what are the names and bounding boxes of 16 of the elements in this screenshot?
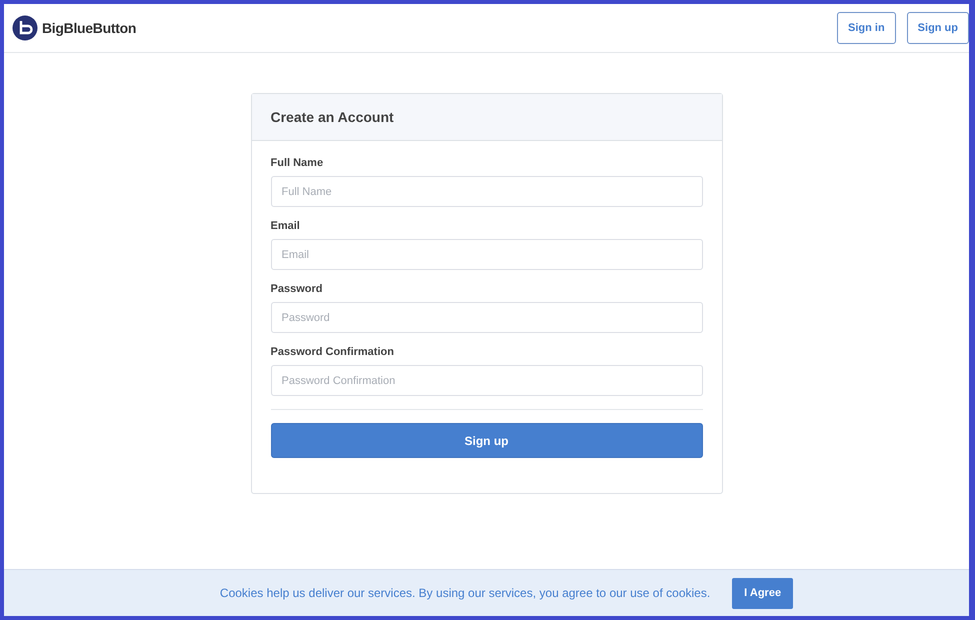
sign-up-button[interactable]: Sign up — [270, 423, 702, 458]
field-label: Full Name — [270, 157, 324, 169]
input-field[interactable]: Full Name — [270, 176, 702, 207]
cookie-message: Cookies help us deliver our services. By using our services, you agree to our use of cookies. — [220, 586, 710, 600]
field-label: Password — [270, 283, 324, 295]
header-button[interactable]: Sign up — [906, 12, 969, 44]
header-button[interactable]: Sign in — [837, 12, 896, 44]
input-field[interactable]: Password — [270, 302, 702, 333]
field-label: Email — [270, 220, 301, 232]
logo-icon — [12, 15, 38, 41]
brand-name: BigBlueButton — [42, 20, 136, 36]
field-label: Password Confirmation — [270, 346, 395, 358]
card-title: Create an Account — [270, 109, 394, 125]
agree-button[interactable]: I Agree — [732, 578, 794, 608]
input-field[interactable]: Password Confirmation — [270, 365, 702, 396]
input-field[interactable]: Email — [270, 239, 702, 270]
